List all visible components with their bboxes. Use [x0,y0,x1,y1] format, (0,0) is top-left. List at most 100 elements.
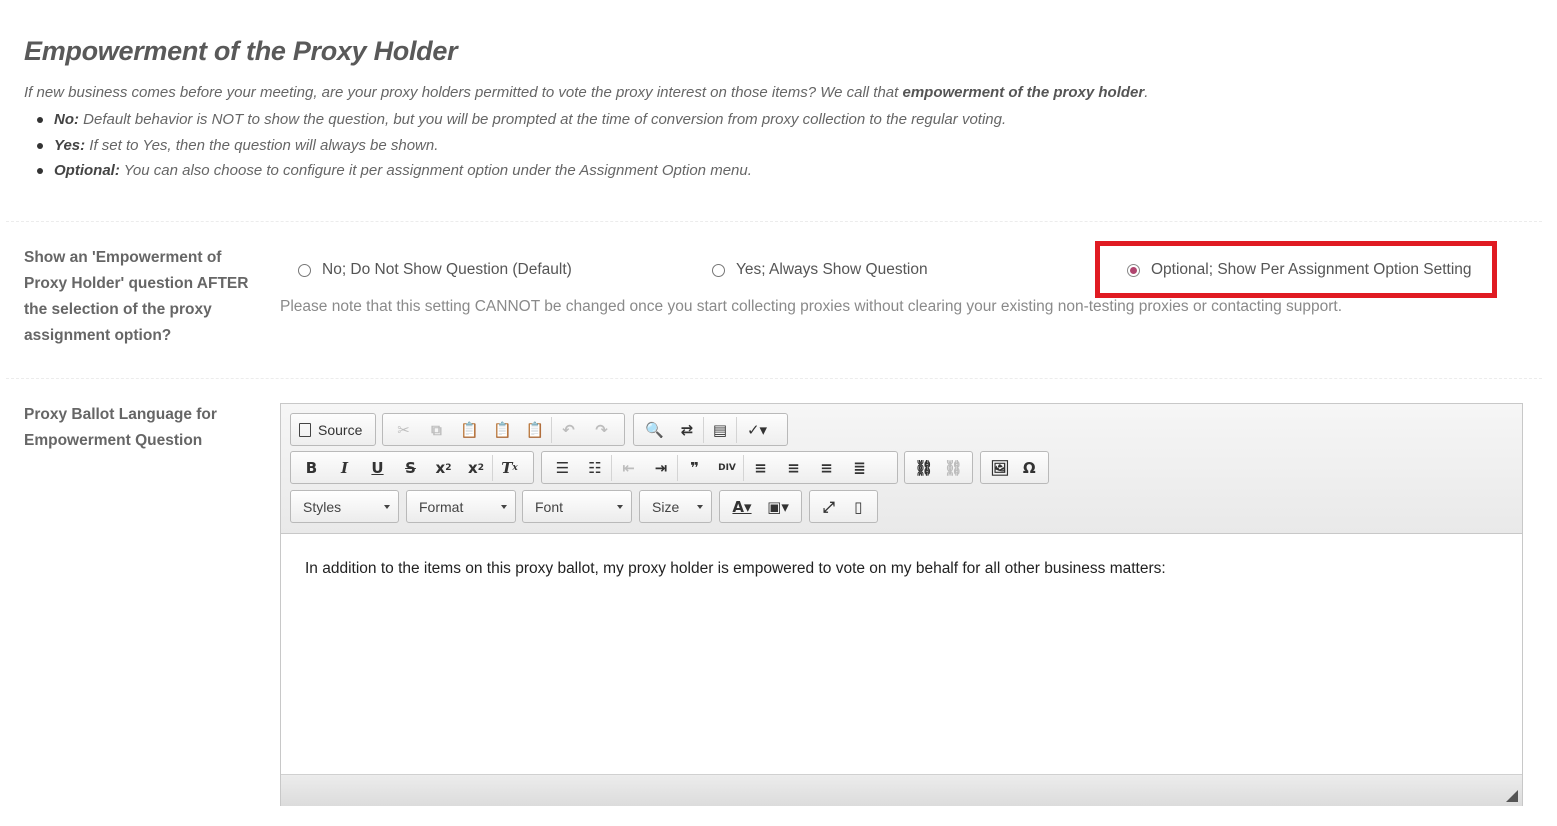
list-item: Yes: If set to Yes, then the question wi… [36,136,1006,162]
label-line: Proxy Holder' question AFTER [24,275,249,292]
source-label: Source [318,421,363,438]
font-label: Font [535,498,564,515]
setting-note: Please note that this setting CANNOT be … [280,298,1343,315]
align-right-icon[interactable]: ≡ [810,455,843,481]
chevron-down-icon [501,505,507,509]
toolbar-group-editing: 🔍 ⇄ ▤ ✓▾ [633,413,788,446]
toolbar-group-links: ⛓ ⛓ [904,451,973,484]
radio-no[interactable]: No; Do Not Show Question (Default) [298,259,572,281]
radio-circle[interactable] [298,263,311,277]
select-all-icon[interactable]: ▤ [704,416,737,443]
radio-circle-checked[interactable] [1127,263,1140,277]
strikethrough-icon[interactable]: S [394,455,427,481]
bg-color-icon[interactable]: ▣▾ [760,494,796,520]
source-button[interactable]: Source [295,422,366,438]
indent-icon[interactable]: ⇥ [645,454,678,481]
copy-icon[interactable]: ⧉ [420,417,453,443]
paste-text-icon[interactable]: 📋 [486,417,519,443]
toolbar-group-basicstyles: B I U S x2 x2 Tx [290,451,534,484]
page-title: Empowerment of the Proxy Holder [24,36,458,66]
language-field-label: Proxy Ballot Language for Empowerment Qu… [24,402,217,454]
editor-content[interactable]: In addition to the items on this proxy b… [281,534,1522,774]
label-line: Proxy Ballot Language for [24,406,217,423]
toolbar-group-paragraph: ☰ ☷ ⇤ ⇥ ❞ DIV ≡ ≡ ≡ ≣ [541,451,898,484]
label-line: the selection of the proxy [24,301,212,318]
bullet-label: Yes: [54,136,86,154]
paste-icon[interactable]: 📋 [453,417,486,443]
intro-end: . [1144,84,1149,101]
cut-icon[interactable]: ✂ [387,417,420,443]
align-justify-icon[interactable]: ≣ [843,455,876,481]
bullet-label: Optional: [54,162,120,179]
list-item: Optional: You can also choose to configu… [36,161,1006,187]
outdent-icon[interactable]: ⇤ [612,455,645,481]
underline-icon[interactable]: U [361,455,394,481]
label-line: Empowerment Question [24,432,203,449]
question-field-label: Show an 'Empowerment of Proxy Holder' qu… [24,245,248,349]
size-label: Size [652,498,680,515]
label-line: Show an 'Empowerment of [24,249,222,266]
special-char-icon[interactable]: Ω [1015,455,1045,481]
bullet-text: Default behavior is NOT to show the ques… [79,111,1007,128]
image-icon[interactable]: 🖼 [985,455,1015,481]
radio-label[interactable]: Optional; Show Per Assignment Option Set… [1151,261,1472,279]
paste-word-icon[interactable]: 📋 [519,416,552,443]
styles-label: Styles [303,498,342,515]
radio-label[interactable]: No; Do Not Show Question (Default) [322,261,572,279]
radio-label[interactable]: Yes; Always Show Question [736,261,928,279]
spellcheck-icon[interactable]: ✓▾ [737,417,777,443]
intro-paragraph: If new business comes before your meetin… [24,84,1148,101]
maximize-icon[interactable]: ⤢ [814,494,844,520]
subscript-icon[interactable]: x2 [427,455,460,481]
chevron-down-icon [384,505,390,509]
editor-toolbar: Source ✂ ⧉ 📋 📋 📋 ↶ ↷ 🔍 ⇄ ▤ ✓▾ B I U S x2… [281,404,1522,534]
toolbar-group-clipboard: ✂ ⧉ 📋 📋 📋 ↶ ↷ [382,413,625,446]
radio-yes[interactable]: Yes; Always Show Question [712,259,928,281]
blockquote-icon[interactable]: ❞ [678,455,711,481]
format-label: Format [419,498,464,515]
format-dropdown[interactable]: Format [406,490,516,523]
list-item: No: Default behavior is NOT to show the … [36,110,1007,136]
source-icon [299,422,311,437]
link-icon[interactable]: ⛓ [909,455,939,481]
rich-text-editor: Source ✂ ⧉ 📋 📋 📋 ↶ ↷ 🔍 ⇄ ▤ ✓▾ B I U S x2… [280,403,1523,806]
redo-icon[interactable]: ↷ [585,417,618,443]
chevron-down-icon [697,505,703,509]
intro-text: If new business comes before your meetin… [24,84,903,101]
show-blocks-icon[interactable]: ▯ [844,494,874,520]
numbered-list-icon[interactable]: ☰ [546,455,579,481]
styles-dropdown[interactable]: Styles [290,490,399,523]
resize-handle-icon[interactable] [1506,790,1518,802]
label-line: assignment option? [24,327,172,344]
bold-icon[interactable]: B [295,455,328,481]
divider [6,221,1542,222]
options-explanation-list: No: Default behavior is NOT to show the … [36,110,1007,187]
align-center-icon[interactable]: ≡ [777,455,810,481]
font-dropdown[interactable]: Font [522,490,632,523]
remove-format-icon[interactable]: Tx [493,455,526,481]
size-dropdown[interactable]: Size [639,490,712,523]
editor-statusbar [281,774,1522,806]
radio-optional[interactable]: Optional; Show Per Assignment Option Set… [1127,259,1472,281]
radio-circle[interactable] [712,263,725,277]
bullet-text: You can also choose to configure it per … [119,162,752,179]
unlink-icon[interactable]: ⛓ [939,455,969,481]
text-color-icon[interactable]: A▾ [724,494,760,520]
toolbar-group-insert: 🖼 Ω [980,451,1049,484]
bulleted-list-icon[interactable]: ☷ [579,454,612,481]
superscript-icon[interactable]: x2 [460,454,493,481]
create-div-icon[interactable]: DIV [711,454,744,481]
find-icon[interactable]: 🔍 [638,417,671,443]
intro-bold: empowerment of the proxy holder [902,84,1145,101]
italic-icon[interactable]: I [328,455,361,481]
chevron-down-icon [617,505,623,509]
bullet-text: If set to Yes, then the question will al… [85,136,439,154]
undo-icon[interactable]: ↶ [552,417,585,443]
toolbar-group-colors: A▾ ▣▾ [719,490,802,523]
align-left-icon[interactable]: ≡ [744,455,777,481]
divider [6,378,1542,379]
bullet-label: No: [54,111,79,128]
toolbar-group-tools: ⤢ ▯ [809,490,878,523]
replace-icon[interactable]: ⇄ [671,416,704,443]
toolbar-group-document: Source [290,413,376,446]
